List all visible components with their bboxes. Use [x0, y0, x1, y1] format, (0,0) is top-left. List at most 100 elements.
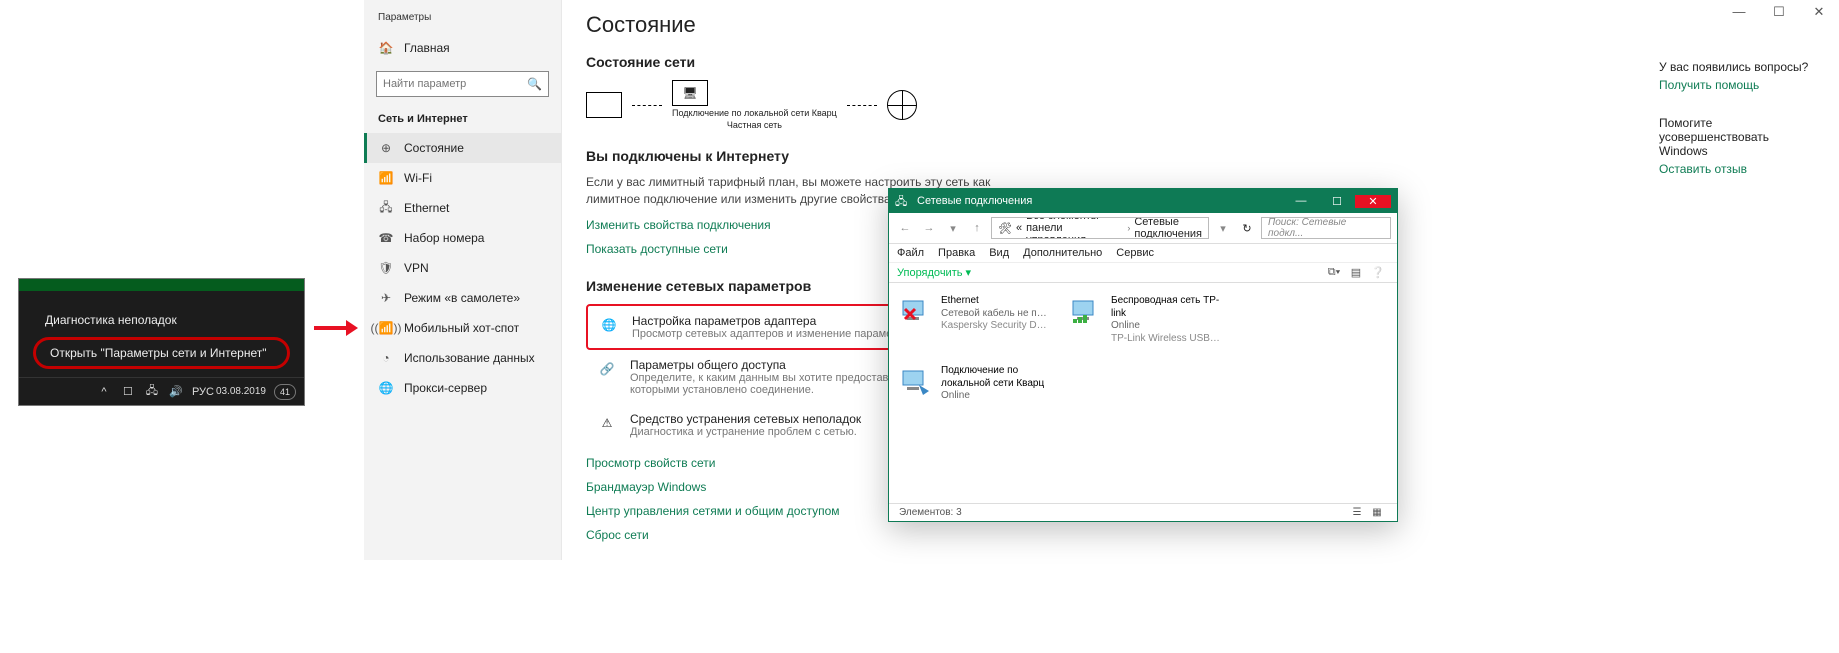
sidebar-section-label: Сеть и Интернет	[364, 109, 561, 133]
menu-edit[interactable]: Правка	[938, 247, 975, 259]
tray-date[interactable]: 03.08.2019	[216, 386, 266, 397]
pc-icon	[586, 92, 622, 118]
option-desc: Диагностика и устранение проблем с сетью…	[630, 426, 861, 438]
window-title: Сетевые подключения	[917, 195, 1283, 207]
ethernet-adapter-icon	[901, 295, 933, 327]
explorer-statusbar: Элементов: 3 ☰ ▦	[889, 503, 1397, 521]
breadcrumb-part[interactable]: Все элементы панели управления	[1026, 217, 1123, 239]
link-firewall[interactable]: Брандмауэр Windows	[586, 480, 706, 494]
vpn-icon: 🛡	[378, 260, 394, 276]
sidebar-item-proxy[interactable]: 🌐 Прокси-сервер	[364, 373, 561, 403]
volume-icon[interactable]: 🔊	[168, 385, 184, 398]
control-panel-icon: 🛠	[998, 222, 1012, 235]
menu-extras[interactable]: Дополнительно	[1023, 247, 1102, 259]
link-sharing-center[interactable]: Центр управления сетями и общим доступом	[586, 504, 840, 518]
chevron-up-icon[interactable]: ^	[96, 386, 112, 398]
search-input[interactable]	[383, 78, 527, 90]
history-dropdown[interactable]: ▾	[943, 222, 963, 235]
link-get-help[interactable]: Получить помощь	[1659, 78, 1819, 92]
status-text: Элементов: 3	[899, 507, 962, 518]
breadcrumb-root: «	[1016, 222, 1022, 234]
option-title: Средство устранения сетевых неполадок	[630, 412, 861, 426]
search-box[interactable]: 🔍	[376, 71, 549, 97]
popup-accent-bar	[19, 279, 304, 291]
feedback-heading: Помогите усовершенствовать Windows	[1659, 116, 1819, 158]
router-icon: 🖥	[672, 80, 708, 106]
sidebar-item-label: Состояние	[404, 141, 464, 155]
explorer-menubar: Файл Правка Вид Дополнительно Сервис	[889, 244, 1397, 263]
connection-item-ethernet[interactable]: Ethernet Сетевой кабель не подкл... Kasp…	[901, 295, 1051, 345]
view-details-button[interactable]: ☰	[1347, 507, 1367, 518]
explorer-toolbar: Упорядочить ▾ ⧉▾ ▤ ❔	[889, 263, 1397, 283]
link-view-network-props[interactable]: Просмотр свойств сети	[586, 456, 715, 470]
sidebar-item-airplane[interactable]: ✈ Режим «в самолете»	[364, 283, 561, 313]
menu-file[interactable]: Файл	[897, 247, 924, 259]
link-show-networks[interactable]: Показать доступные сети	[586, 242, 728, 256]
network-icon[interactable]: 🖧	[144, 382, 160, 401]
connection-line	[847, 105, 877, 106]
home-icon: 🏠	[378, 40, 394, 56]
search-icon: 🔍	[527, 77, 542, 91]
control-panel-icon: 🖧	[895, 193, 911, 209]
sidebar-item-ethernet[interactable]: 🖧 Ethernet	[364, 193, 561, 223]
menu-service[interactable]: Сервис	[1116, 247, 1154, 259]
close-button[interactable]: ✕	[1355, 195, 1391, 208]
connection-status: Сетевой кабель не подкл...	[941, 308, 1051, 321]
organize-button[interactable]: Упорядочить ▾	[897, 266, 971, 279]
menu-open-network-settings[interactable]: Открыть "Параметры сети и Интернет"	[33, 337, 290, 369]
chevron-right-icon: ›	[1127, 223, 1130, 233]
maximize-button[interactable]: ☐	[1319, 195, 1355, 208]
forward-button[interactable]: →	[919, 222, 939, 234]
connection-detail: Kaspersky Security Data Esc...	[941, 320, 1051, 333]
connection-name: Беспроводная сеть TP-link	[1111, 295, 1221, 320]
connected-heading: Вы подключены к Интернету	[586, 148, 1815, 164]
notification-badge[interactable]: 41	[274, 384, 296, 400]
proxy-icon: 🌐	[378, 380, 394, 396]
connection-item-wifi[interactable]: Беспроводная сеть TP-link Online TP-Link…	[1071, 295, 1221, 345]
refresh-button[interactable]: ↻	[1237, 222, 1257, 235]
taskbar-network-popup: Диагностика неполадок Открыть "Параметры…	[18, 278, 305, 406]
sidebar-item-label: Мобильный хот-спот	[404, 321, 519, 335]
connection-item-lan[interactable]: Подключение по локальной сети Кварц Onli…	[901, 365, 1051, 403]
link-change-connection-props[interactable]: Изменить свойства подключения	[586, 218, 771, 232]
preview-pane-button[interactable]: ▤	[1345, 266, 1367, 279]
connection-name: Ethernet	[941, 295, 1051, 308]
sidebar-item-vpn[interactable]: 🛡 VPN	[364, 253, 561, 283]
explorer-titlebar: 🖧 Сетевые подключения ― ☐ ✕	[889, 189, 1397, 213]
back-button[interactable]: ←	[895, 222, 915, 234]
sidebar-item-wifi[interactable]: 📶 Wi-Fi	[364, 163, 561, 193]
network-status-heading: Состояние сети	[586, 54, 1815, 70]
sidebar-item-dialup[interactable]: ☎ Набор номера	[364, 223, 561, 253]
network-connections-window: 🖧 Сетевые подключения ― ☐ ✕ ← → ▾ ↑ 🛠 « …	[888, 188, 1398, 522]
connections-area: Ethernet Сетевой кабель не подкл... Kasp…	[889, 283, 1397, 503]
up-button[interactable]: ↑	[967, 222, 987, 234]
minimize-button[interactable]: ―	[1283, 195, 1319, 207]
sidebar-item-hotspot[interactable]: ((📶)) Мобильный хот-спот	[364, 313, 561, 343]
history-chevron[interactable]: ▾	[1213, 222, 1233, 235]
page-title: Состояние	[586, 12, 1815, 38]
language-indicator[interactable]: РУС	[192, 386, 208, 398]
view-mode-button[interactable]: ⧉▾	[1323, 266, 1345, 279]
menu-diagnose[interactable]: Диагностика неполадок	[19, 305, 304, 335]
sidebar-item-status[interactable]: ⊕ Состояние	[364, 133, 561, 163]
sidebar-item-home[interactable]: 🏠 Главная	[364, 33, 561, 63]
airplane-icon: ✈	[378, 290, 394, 306]
help-button[interactable]: ❔	[1367, 266, 1389, 279]
menu-view[interactable]: Вид	[989, 247, 1009, 259]
popup-menu: Диагностика неполадок Открыть "Параметры…	[19, 291, 304, 377]
onedrive-icon[interactable]: ☐	[120, 385, 136, 398]
breadcrumb-path[interactable]: 🛠 « Все элементы панели управления › Сет…	[991, 217, 1209, 239]
link-network-reset[interactable]: Сброс сети	[586, 528, 649, 542]
network-type-caption: Частная сеть	[672, 120, 837, 130]
link-feedback[interactable]: Оставить отзыв	[1659, 162, 1819, 176]
wifi-adapter-icon	[1071, 295, 1103, 327]
sidebar-item-data-usage[interactable]: ◔ Использование данных	[364, 343, 561, 373]
sharing-icon: 🔗	[596, 358, 618, 380]
view-large-button[interactable]: ▦	[1367, 507, 1387, 518]
explorer-address-bar: ← → ▾ ↑ 🛠 « Все элементы панели управлен…	[889, 213, 1397, 244]
breadcrumb-part[interactable]: Сетевые подключения	[1134, 217, 1202, 239]
sidebar-item-label: Набор номера	[404, 231, 484, 245]
connection-status: Online	[941, 390, 1051, 403]
explorer-search-box[interactable]: Поиск: Сетевые подкл...	[1261, 217, 1391, 239]
warning-icon: ⚠	[596, 412, 618, 434]
